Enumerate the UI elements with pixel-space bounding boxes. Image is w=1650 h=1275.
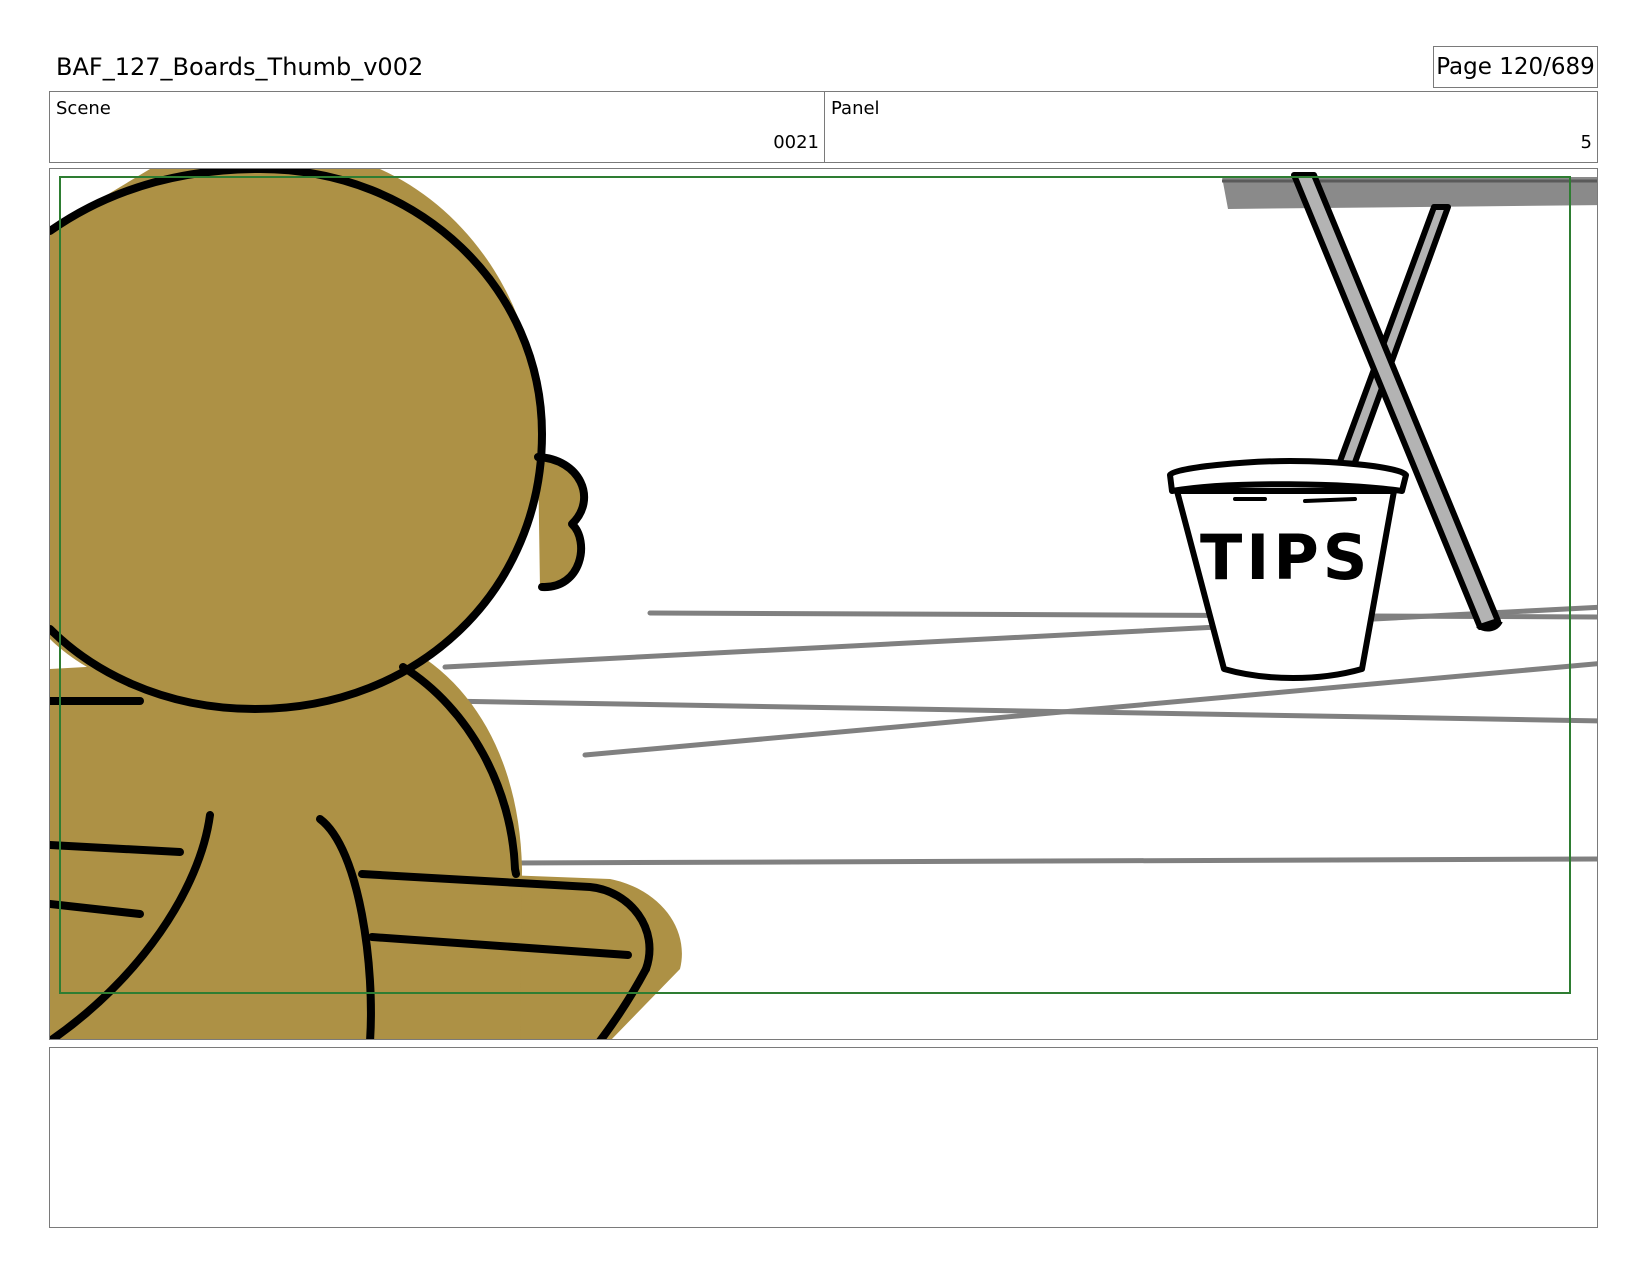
- panel-number: 5: [1580, 132, 1592, 153]
- character: [50, 169, 682, 1039]
- bucket-label: TIPS: [1200, 521, 1371, 594]
- floor-lines: [442, 604, 1597, 866]
- document-title: BAF_127_Boards_Thumb_v002: [56, 53, 424, 81]
- counter-top: [1222, 177, 1597, 209]
- page-indicator: Page 120/689: [1433, 46, 1598, 88]
- panel-cell: Panel 5: [825, 92, 1597, 162]
- scene-number: 0021: [773, 132, 819, 153]
- scene-panel-header: Scene 0021 Panel 5: [49, 91, 1598, 163]
- tips-bucket: TIPS: [1167, 458, 1409, 681]
- storyboard-drawing: TIPS: [50, 169, 1597, 1039]
- scene-cell: Scene 0021: [50, 92, 825, 162]
- storyboard-frame: TIPS: [49, 168, 1598, 1040]
- panel-notes-box: [49, 1047, 1598, 1228]
- scene-label: Scene: [56, 98, 111, 119]
- panel-label: Panel: [831, 98, 880, 119]
